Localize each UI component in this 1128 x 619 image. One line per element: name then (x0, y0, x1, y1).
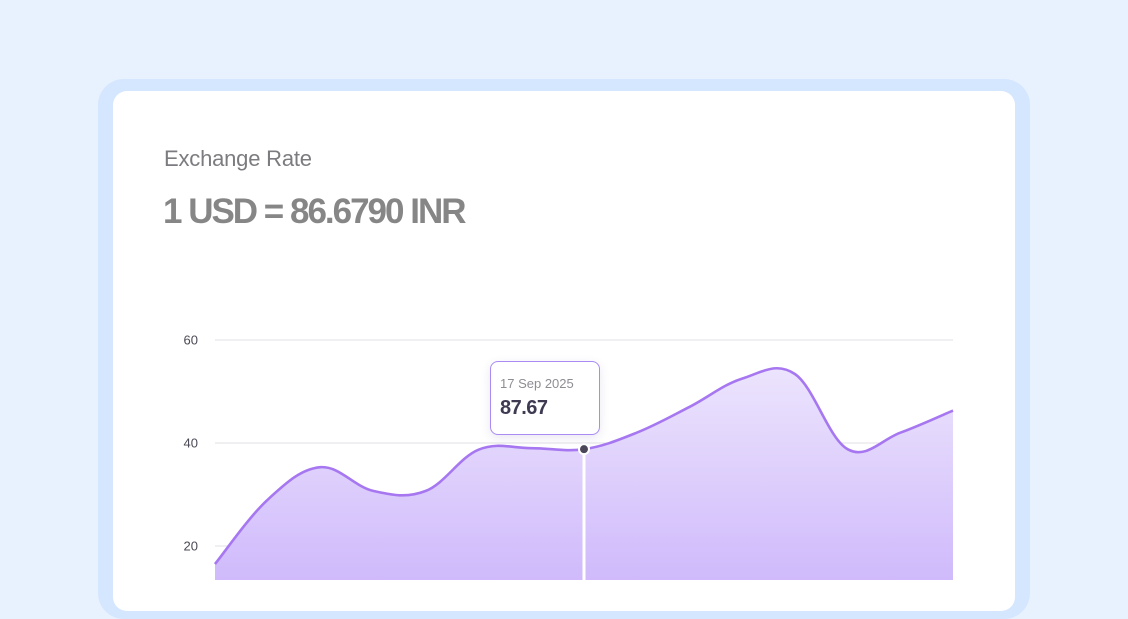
chart-tooltip: 17 Sep 2025 87.67 (490, 361, 600, 435)
exchange-rate-chart: 20 40 60 (184, 333, 954, 580)
y-tick-label: 40 (184, 436, 198, 451)
tooltip-value: 87.67 (500, 397, 548, 419)
y-tick-label: 60 (184, 333, 198, 348)
y-axis: 20 40 60 (184, 333, 198, 554)
tooltip-date: 17 Sep 2025 (500, 376, 574, 391)
y-tick-label: 20 (184, 539, 198, 554)
hover-point[interactable] (578, 443, 590, 456)
